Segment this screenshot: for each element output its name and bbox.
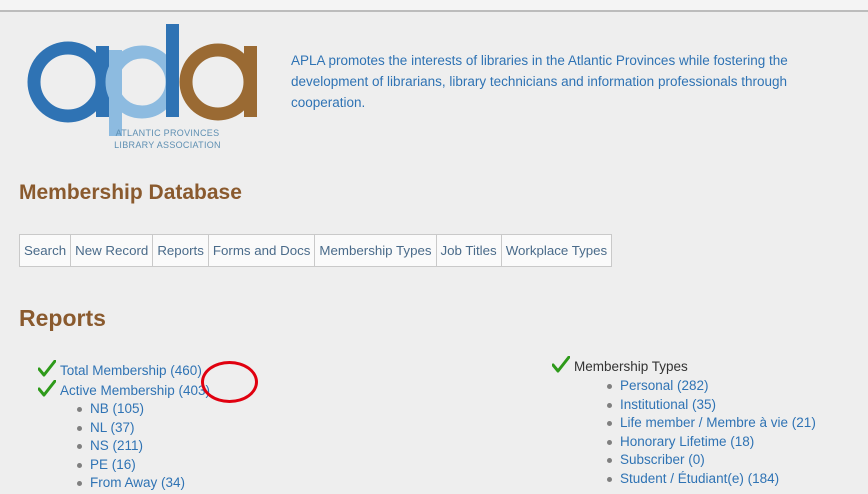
red-circle-annotation <box>201 361 258 403</box>
membership-types-list: Personal (282) Institutional (35) Life m… <box>607 377 868 489</box>
province-from-away[interactable]: From Away (34) <box>77 474 338 493</box>
type-subscriber[interactable]: Subscriber (0) <box>607 451 868 470</box>
province-ns[interactable]: NS (211) <box>77 437 338 456</box>
top-border <box>0 0 868 12</box>
report-active-membership[interactable]: Active Membership (403) <box>38 380 338 400</box>
type-institutional[interactable]: Institutional (35) <box>607 396 868 415</box>
total-membership-link[interactable]: Total Membership (460) <box>60 363 202 378</box>
province-list: NB (105) NL (37) NS (211) PE (16) From A… <box>77 400 338 493</box>
province-nb[interactable]: NB (105) <box>77 400 338 419</box>
tagline: APLA promotes the interests of libraries… <box>291 53 788 110</box>
nav-job-titles[interactable]: Job Titles <box>437 235 502 266</box>
nav-search[interactable]: Search <box>20 235 72 266</box>
report-total-membership[interactable]: Total Membership (460) <box>38 360 338 380</box>
check-icon <box>552 356 570 373</box>
type-student[interactable]: Student / Étudiant(e) (184) <box>607 470 868 489</box>
check-icon <box>38 360 56 377</box>
type-personal[interactable]: Personal (282) <box>607 377 868 396</box>
membership-types-label-row: Membership Types <box>552 356 868 376</box>
membership-types-label: Membership Types <box>574 359 688 374</box>
membership-reports: Total Membership (460) Active Membership… <box>38 360 338 493</box>
province-pe[interactable]: PE (16) <box>77 456 338 475</box>
type-honorary-lifetime[interactable]: Honorary Lifetime (18) <box>607 433 868 452</box>
page-title: Membership Database <box>19 181 242 204</box>
apla-logo-mark <box>27 24 257 136</box>
active-membership-link[interactable]: Active Membership (403) <box>60 383 210 398</box>
type-life-member[interactable]: Life member / Membre à vie (21) <box>607 414 868 433</box>
main-nav: Search New Record Reports Forms and Docs… <box>19 234 613 267</box>
reports-heading: Reports <box>19 305 106 331</box>
check-icon <box>38 380 56 397</box>
nav-workplace-types[interactable]: Workplace Types <box>502 235 612 266</box>
membership-types-report: Membership Types Personal (282) Institut… <box>552 356 868 489</box>
nav-forms-and-docs[interactable]: Forms and Docs <box>209 235 316 266</box>
province-nl[interactable]: NL (37) <box>77 419 338 438</box>
nav-new-record[interactable]: New Record <box>71 235 154 266</box>
logo-subtitle: ATLANTIC PROVINCES LIBRARY ASSOCIATION <box>114 128 221 150</box>
nav-reports[interactable]: Reports <box>153 235 209 266</box>
nav-membership-types[interactable]: Membership Types <box>315 235 437 266</box>
